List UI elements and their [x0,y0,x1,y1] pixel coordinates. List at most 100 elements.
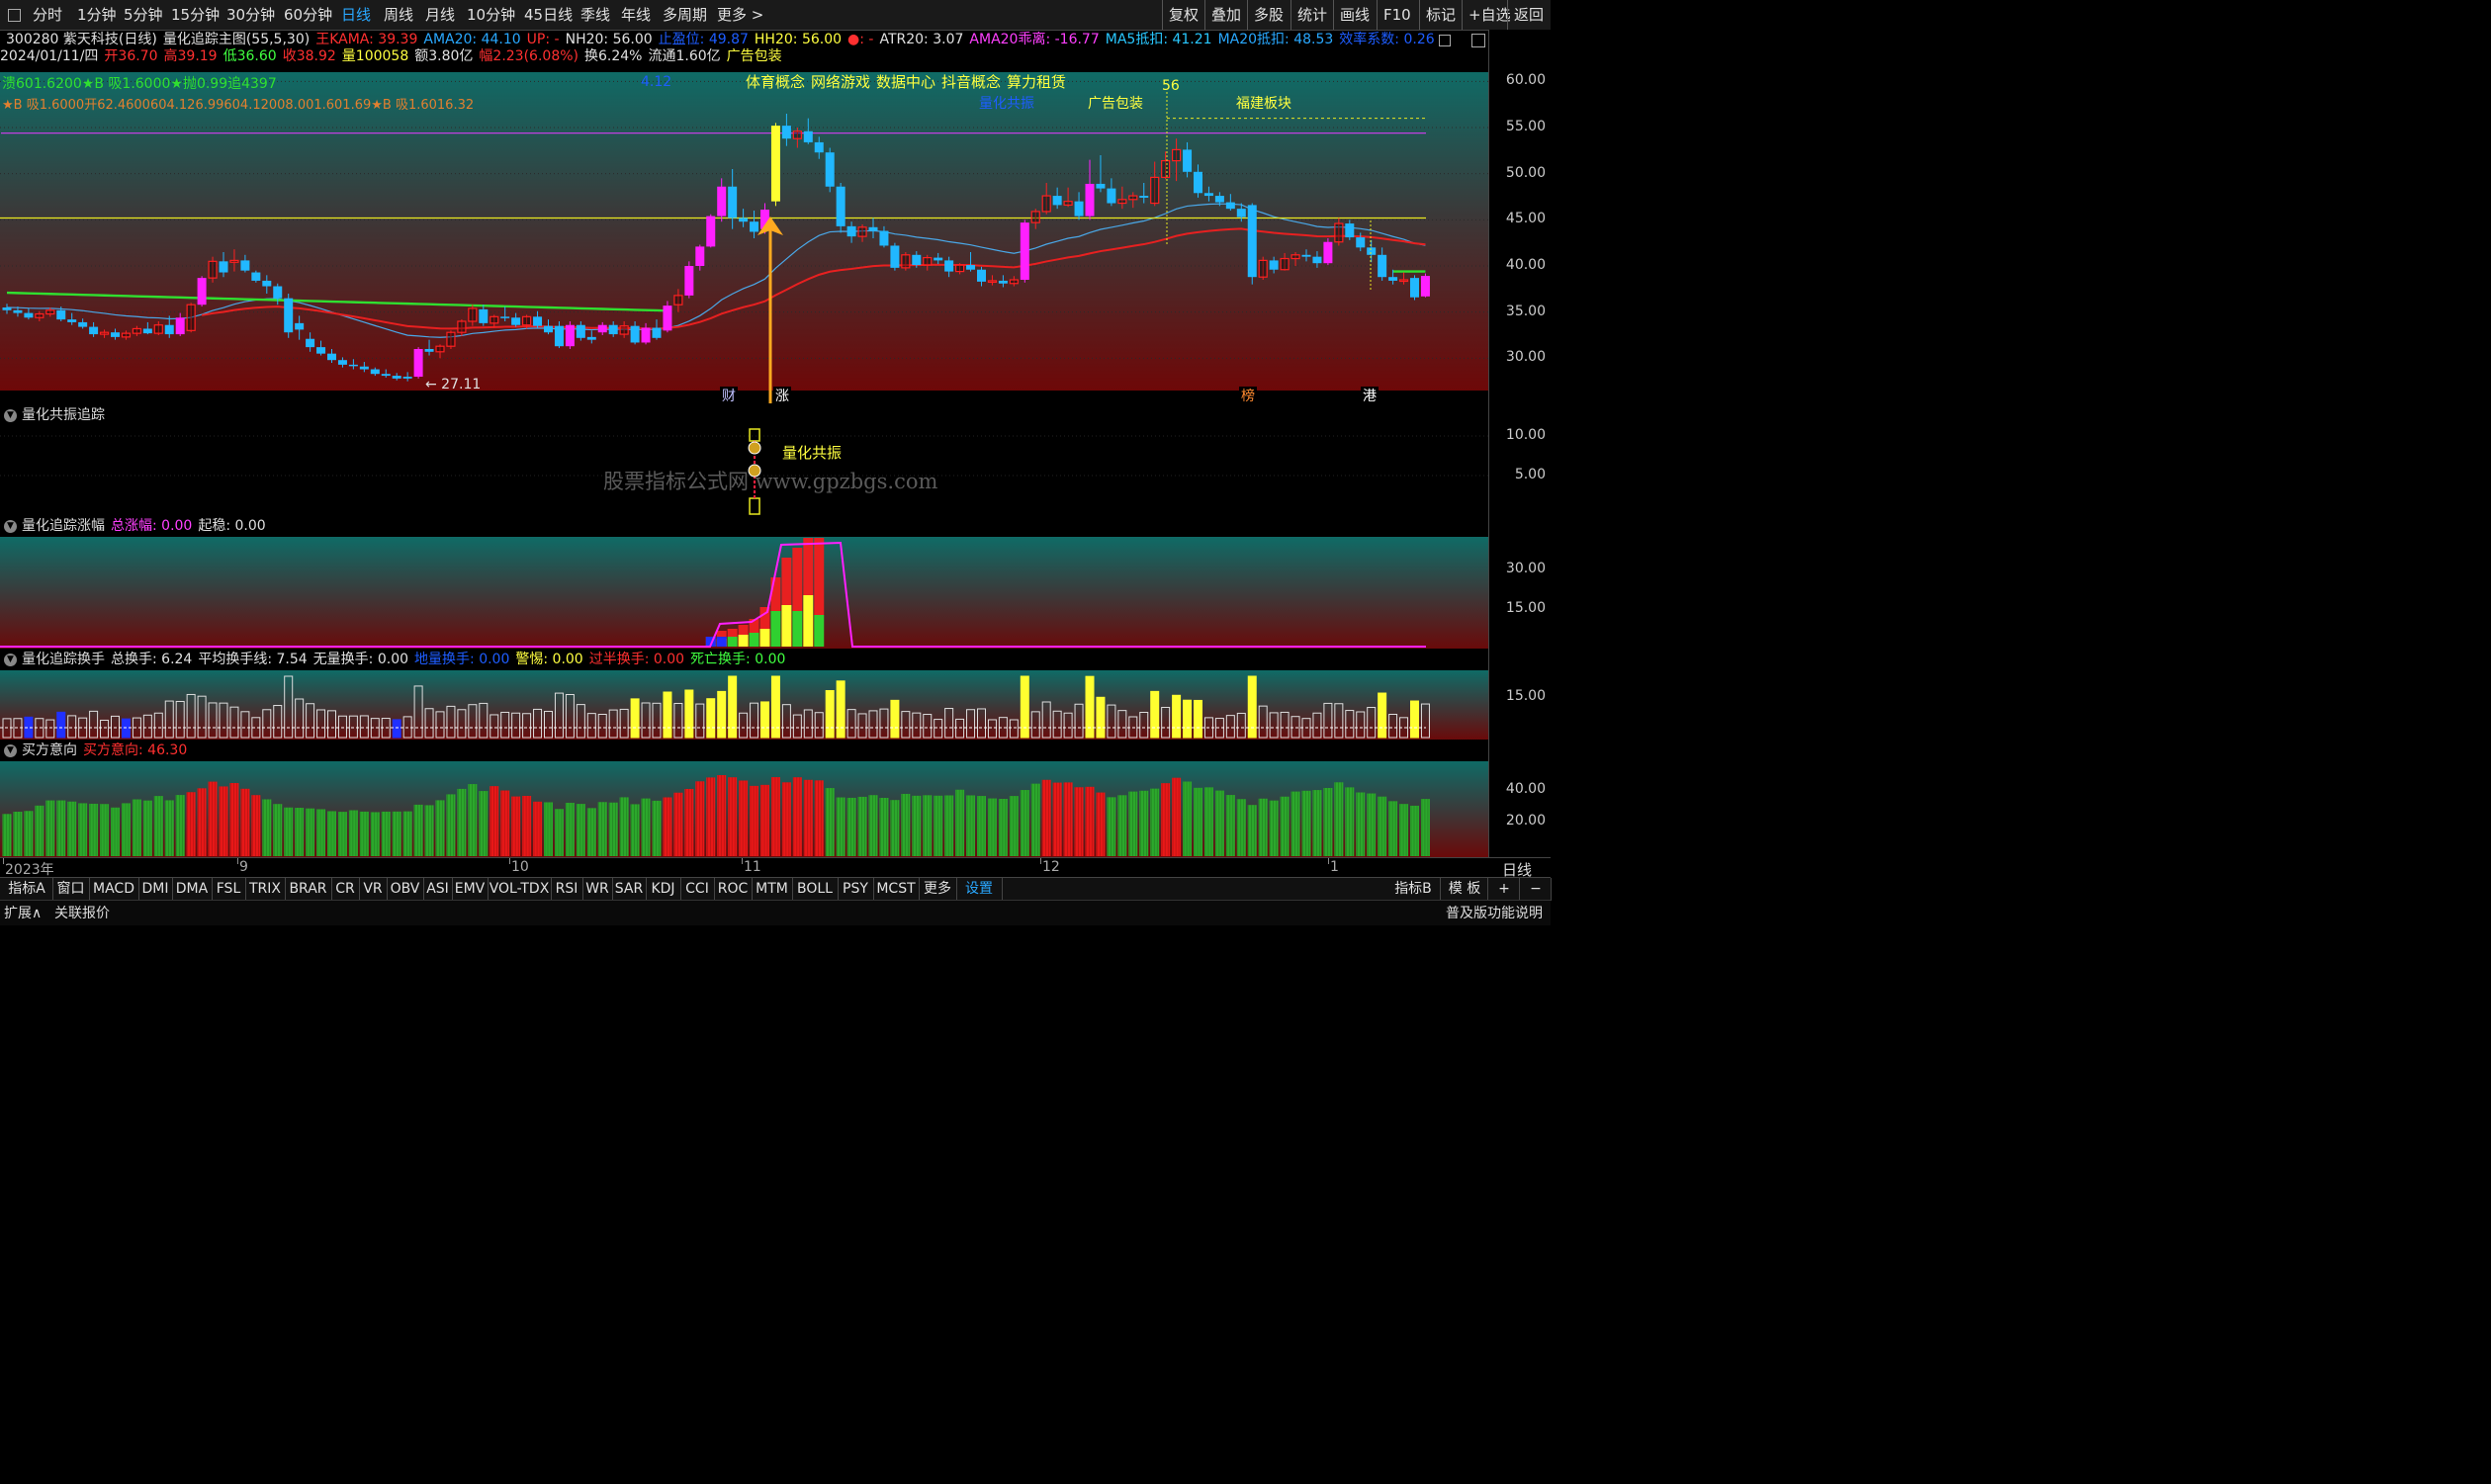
period-9[interactable]: 10分钟 [467,0,515,30]
toolbar-button-1[interactable]: 叠加 [1204,0,1247,30]
candle [750,221,759,232]
toolbar-button-3[interactable]: 统计 [1290,0,1333,30]
resonance-panel[interactable]: 股票指标公式网 www.gpzbgs.com 量化共振 [0,426,1488,515]
expand-button[interactable]: 扩展∧ [4,903,42,922]
toolbar-button-8[interactable]: 返回 [1507,0,1550,30]
resonance-panel-title[interactable]: ▼ 量化共振追踪 [0,404,1488,426]
indicator-tab-20[interactable]: MTM [752,878,793,901]
rise-bar [727,629,738,637]
indicator-tab-16[interactable]: SAR [612,878,647,901]
chevron-down-icon[interactable]: ▼ [4,519,17,533]
turnover-panel[interactable] [0,670,1488,740]
rise-panel-title[interactable]: ▼ 量化追踪涨幅 总涨幅: 0.00 起稳: 0.00 [0,515,1488,537]
buyer-bar [684,788,694,856]
main-kline-panel[interactable]: 4.12 量化共振 广告包装 福建板块 56 ← 27.11 体育概念 网络游戏 数据中心 抖音概… [0,72,1488,404]
indicator-tab-2[interactable]: MACD [89,878,139,901]
toolbar-button-4[interactable]: 画线 [1333,0,1376,30]
buyer-bar [78,803,88,856]
buyer-bar [1420,799,1430,856]
candle [1334,222,1344,243]
indicator-tab-14[interactable]: RSI [551,878,583,901]
candle [792,131,802,139]
buyer-bar [608,802,618,856]
rise-bar [781,558,792,605]
indicator-tab-19[interactable]: ROC [714,878,753,901]
buyer-panel[interactable] [0,761,1488,857]
indicator-tab-8[interactable]: CR [331,878,360,901]
buyer-bar [1280,796,1290,856]
period-11[interactable]: 季线 [580,0,610,30]
turnover-bar [663,691,672,739]
candle [630,325,640,343]
indicator-tab-17[interactable]: KDJ [646,878,681,901]
period-3[interactable]: 15分钟 [171,0,220,30]
candle [544,325,553,333]
rise-bar [792,611,803,647]
expand-icon[interactable] [1439,35,1451,46]
turnover-panel-title[interactable]: ▼ 量化追踪换手 总换手: 6.24 平均换手线: 7.54 无量换手: 0.00 地量换… [0,649,1488,670]
tab-right-1[interactable]: 模 板 [1442,878,1488,901]
restore-window-icon[interactable] [1471,34,1485,47]
indicator-tab-21[interactable]: BOLL [792,878,839,901]
chevron-down-icon[interactable]: ▼ [4,653,17,666]
indicator-tab-24[interactable]: 更多 [919,878,957,901]
candle [857,226,867,237]
period-7[interactable]: 周线 [384,0,413,30]
turnover-value-2: 无量换手: 0.00 [312,652,409,667]
toolbar-button-0[interactable]: 复权 [1162,0,1204,30]
tab-right-0[interactable]: 指标B [1386,878,1441,901]
buyer-bar [1301,790,1311,856]
toolbar-button-2[interactable]: 多股 [1247,0,1290,30]
indicator-tab-18[interactable]: CCI [680,878,715,901]
indicator-tab-6[interactable]: TRIX [245,878,286,901]
period-1[interactable]: 1分钟 [77,0,117,30]
candle [479,308,489,323]
period-6[interactable]: 日线 [341,0,371,30]
indicator-tab-12[interactable]: EMV [452,878,489,901]
ohlc-field-6: 额3.80亿 [414,48,474,64]
buyer-bar [717,775,727,856]
period-4[interactable]: 30分钟 [226,0,275,30]
buyer-panel-title[interactable]: ▼ 买方意向 买方意向: 46.30 [0,740,1488,761]
indicator-tab-5[interactable]: FSL [212,878,246,901]
sidebar-toggle-icon[interactable] [8,9,21,22]
indicator-tab-9[interactable]: VR [359,878,388,901]
period-2[interactable]: 5分钟 [124,0,163,30]
indicator-tab-3[interactable]: DMI [138,878,173,901]
buyer-bar [67,801,77,856]
indicator-tab-22[interactable]: PSY [838,878,874,901]
chevron-down-icon[interactable]: ▼ [4,743,17,757]
period-12[interactable]: 年线 [621,0,651,30]
period-8[interactable]: 月线 [425,0,455,30]
indicator-tab-0[interactable]: 指标A [1,878,53,901]
indicator-tab-11[interactable]: ASI [423,878,453,901]
buyer-bar [132,799,141,856]
related-quotes-button[interactable]: 关联报价 [54,903,110,922]
period-5[interactable]: 60分钟 [284,0,332,30]
buyer-bar [1214,790,1224,856]
period-14[interactable]: 更多 > [717,0,763,30]
tab-right-2[interactable]: + [1489,878,1520,901]
chevron-down-icon[interactable]: ▼ [4,408,17,422]
candle [229,259,239,263]
candle [1410,278,1419,298]
tab-right-3[interactable]: − [1521,878,1552,901]
indicator-tab-13[interactable]: VOL-TDX [488,878,552,901]
period-13[interactable]: 多周期 [663,0,707,30]
indicator-tab-10[interactable]: OBV [387,878,424,901]
indicator-tab-7[interactable]: BRAR [285,878,332,901]
buyer-bar [803,779,813,856]
period-10[interactable]: 45日线 [524,0,573,30]
buyer-bar [1041,779,1051,856]
edition-help-link[interactable]: 普及版功能说明 [1446,903,1543,922]
indicator-tab-15[interactable]: WR [582,878,613,901]
indicator-tab-23[interactable]: MCST [873,878,920,901]
period-0[interactable]: 分时 [33,0,62,30]
rise-panel[interactable] [0,537,1488,649]
indicator-tab-25[interactable]: 设置 [956,878,1003,901]
toolbar-button-5[interactable]: F10 [1377,0,1417,30]
indicator-tab-1[interactable]: 窗口 [52,878,90,901]
candle [944,260,954,272]
toolbar-button-6[interactable]: 标记 [1419,0,1462,30]
indicator-tab-4[interactable]: DMA [172,878,213,901]
